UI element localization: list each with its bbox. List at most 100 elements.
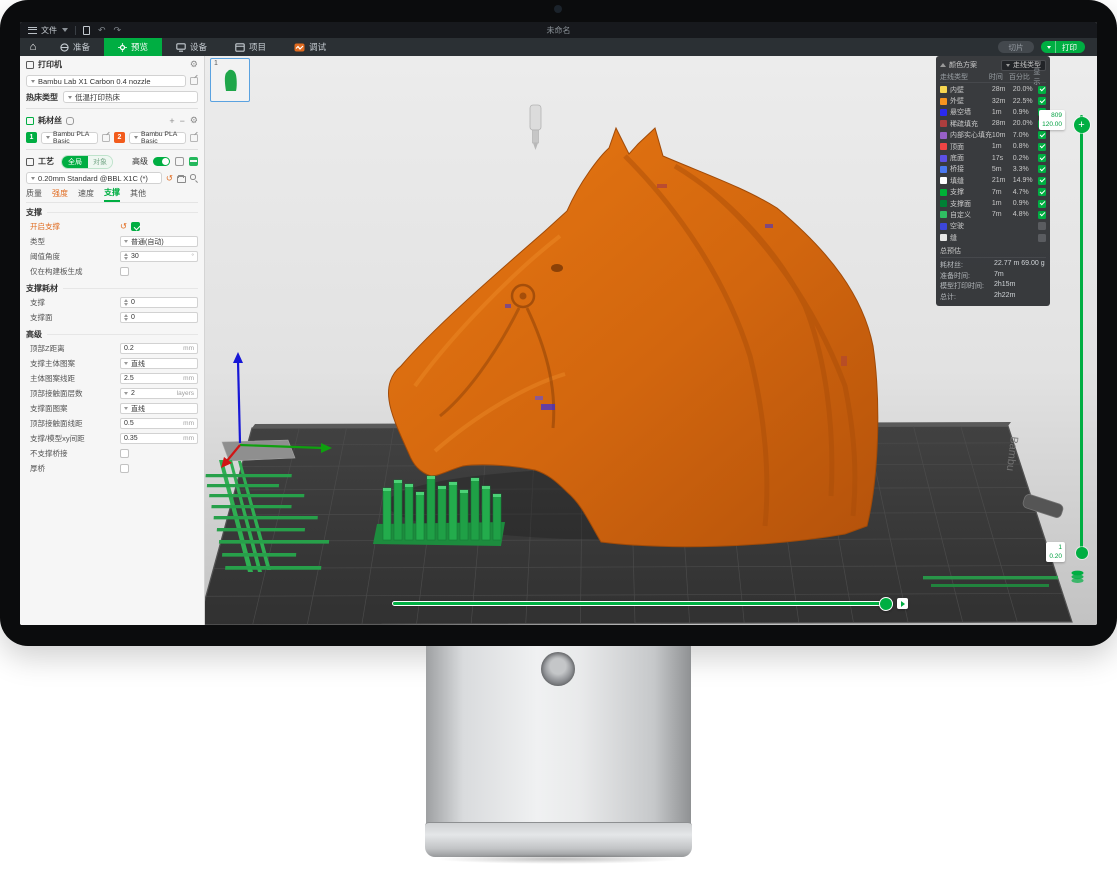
move-slider-handle[interactable] xyxy=(879,597,893,611)
setting-control: 0 xyxy=(120,297,198,308)
visibility-checkbox[interactable] xyxy=(1038,211,1046,219)
visibility-checkbox[interactable] xyxy=(1038,188,1046,196)
visibility-checkbox[interactable] xyxy=(1038,234,1046,242)
collapse-icon[interactable] xyxy=(940,63,946,67)
checkbox[interactable] xyxy=(120,267,129,276)
line-type-percent: 20.0% xyxy=(1013,120,1039,127)
process-tab-质量[interactable]: 质量 xyxy=(26,188,42,201)
filament-1-swatch[interactable]: 1 xyxy=(26,132,37,143)
viewport-3d[interactable]: Bambu xyxy=(205,56,1097,625)
printer-preset-select[interactable]: Bambu Lab X1 Carbon 0.4 nozzle xyxy=(26,75,186,87)
dropdown[interactable]: 普通(自动) xyxy=(120,236,198,247)
layer-slider-track[interactable] xyxy=(1080,115,1083,555)
redo-icon[interactable]: ↷ xyxy=(114,26,122,35)
printer-edit-icon[interactable] xyxy=(190,77,198,85)
visibility-checkbox[interactable] xyxy=(1038,222,1046,230)
number-input[interactable]: 0.35mm xyxy=(120,433,198,444)
filament-1-select[interactable]: Bambu PLA Basic xyxy=(41,132,98,144)
visibility-checkbox[interactable] xyxy=(1038,154,1046,162)
tune-icon[interactable] xyxy=(189,157,198,166)
visibility-checkbox[interactable] xyxy=(1038,165,1046,173)
process-section-header: 工艺 全局 对象 高级 xyxy=(26,153,198,170)
legend-columns: 走线类型时间百分比显示 xyxy=(940,71,1046,83)
checkbox[interactable] xyxy=(120,449,129,458)
number-input[interactable]: 0 xyxy=(120,312,198,323)
home-button[interactable]: ⌂ xyxy=(20,38,46,56)
filament-2-select[interactable]: Bambu PLA Basic xyxy=(129,132,186,144)
setting-value: 0.2 xyxy=(124,345,134,352)
scope-objects[interactable]: 对象 xyxy=(88,156,112,168)
reset-preset-icon[interactable]: ↺ xyxy=(166,174,173,183)
number-input[interactable]: 0.2mm xyxy=(120,343,198,354)
remove-filament-button[interactable]: − xyxy=(180,116,185,126)
tab-project[interactable]: 项目 xyxy=(221,38,280,56)
debug-icon xyxy=(294,43,305,52)
filament-edit-icon[interactable] xyxy=(102,134,110,142)
layers-icon[interactable] xyxy=(1070,570,1085,583)
tab-device[interactable]: 设备 xyxy=(162,38,221,56)
move-slider-track[interactable] xyxy=(392,601,893,606)
folder-icon[interactable] xyxy=(177,176,186,183)
filament-edit-icon[interactable] xyxy=(190,134,198,142)
layer-slider-bottom-handle[interactable] xyxy=(1076,547,1088,559)
line-type-swatch xyxy=(940,166,947,173)
filament-settings-gear-icon[interactable]: ⚙ xyxy=(190,116,198,125)
number-input[interactable]: 0.5mm xyxy=(120,418,198,429)
visibility-checkbox[interactable] xyxy=(1038,143,1046,151)
filament-sync-icon[interactable] xyxy=(66,117,74,125)
dropdown[interactable]: 直线 xyxy=(120,403,198,414)
scope-global[interactable]: 全局 xyxy=(62,156,88,168)
spinner-arrows[interactable] xyxy=(124,314,128,321)
printer-settings-gear-icon[interactable]: ⚙ xyxy=(190,60,198,69)
print-button[interactable]: 打印 xyxy=(1041,41,1085,53)
process-preset-select[interactable]: 0.20mm Standard @BBL X1C (*) xyxy=(26,172,162,184)
add-filament-button[interactable]: + xyxy=(169,116,174,126)
plate-thumbnail[interactable]: 1 xyxy=(210,58,250,102)
dropdown[interactable]: 直线 xyxy=(120,358,198,369)
bed-type-label: 热床类型 xyxy=(26,92,58,103)
visibility-checkbox[interactable] xyxy=(1038,86,1046,94)
file-menu[interactable]: 文件 xyxy=(41,25,57,36)
move-slider-step-button[interactable] xyxy=(897,598,908,609)
play-icon xyxy=(901,601,905,607)
setting-label: 支撑面 xyxy=(30,312,120,323)
advanced-label: 高级 xyxy=(132,156,148,167)
visibility-checkbox[interactable] xyxy=(1038,131,1046,139)
search-icon[interactable] xyxy=(190,174,198,182)
spinner-arrows[interactable] xyxy=(124,253,128,260)
spinner-arrows[interactable] xyxy=(124,299,128,306)
visibility-checkbox[interactable] xyxy=(1038,200,1046,208)
device-icon xyxy=(176,43,186,52)
chevron-down-icon[interactable] xyxy=(62,28,68,32)
tab-prepare[interactable]: 准备 xyxy=(46,38,104,56)
setting-control: 普通(自动) xyxy=(120,236,198,247)
visibility-checkbox[interactable] xyxy=(1038,177,1046,185)
scope-toggle[interactable]: 全局 对象 xyxy=(61,155,113,169)
process-tab-其他[interactable]: 其他 xyxy=(130,188,146,201)
filament-2-swatch[interactable]: 2 xyxy=(114,132,125,143)
reset-icon[interactable]: ↺ xyxy=(120,222,127,231)
number-input[interactable]: 30° xyxy=(120,251,198,262)
tab-debug[interactable]: 调试 xyxy=(280,38,340,56)
compare-icon[interactable] xyxy=(175,157,184,166)
checkbox[interactable] xyxy=(120,464,129,473)
save-icon[interactable] xyxy=(83,26,90,35)
process-tab-速度[interactable]: 速度 xyxy=(78,188,94,201)
unit-label: mm xyxy=(183,420,194,427)
slice-button[interactable]: 切片 xyxy=(998,41,1034,53)
checkbox[interactable] xyxy=(131,222,140,231)
process-tab-支撑[interactable]: 支撑 xyxy=(104,187,120,202)
visibility-checkbox[interactable] xyxy=(1038,97,1046,105)
number-input[interactable]: 2.5mm xyxy=(120,373,198,384)
print-dropdown-caret[interactable] xyxy=(1041,41,1056,53)
advanced-toggle[interactable] xyxy=(153,157,170,166)
process-tab-强度[interactable]: 强度 xyxy=(52,188,68,201)
unit-label: mm xyxy=(183,435,194,442)
setting-control: 0.2mm xyxy=(120,343,198,354)
bed-type-select[interactable]: 低温打印热床 xyxy=(63,91,198,103)
dropdown[interactable]: 2layers xyxy=(120,388,198,399)
tab-preview[interactable]: 预览 xyxy=(104,38,162,56)
undo-icon[interactable]: ↶ xyxy=(98,26,106,35)
layer-slider-top-handle[interactable]: + xyxy=(1074,117,1090,133)
number-input[interactable]: 0 xyxy=(120,297,198,308)
